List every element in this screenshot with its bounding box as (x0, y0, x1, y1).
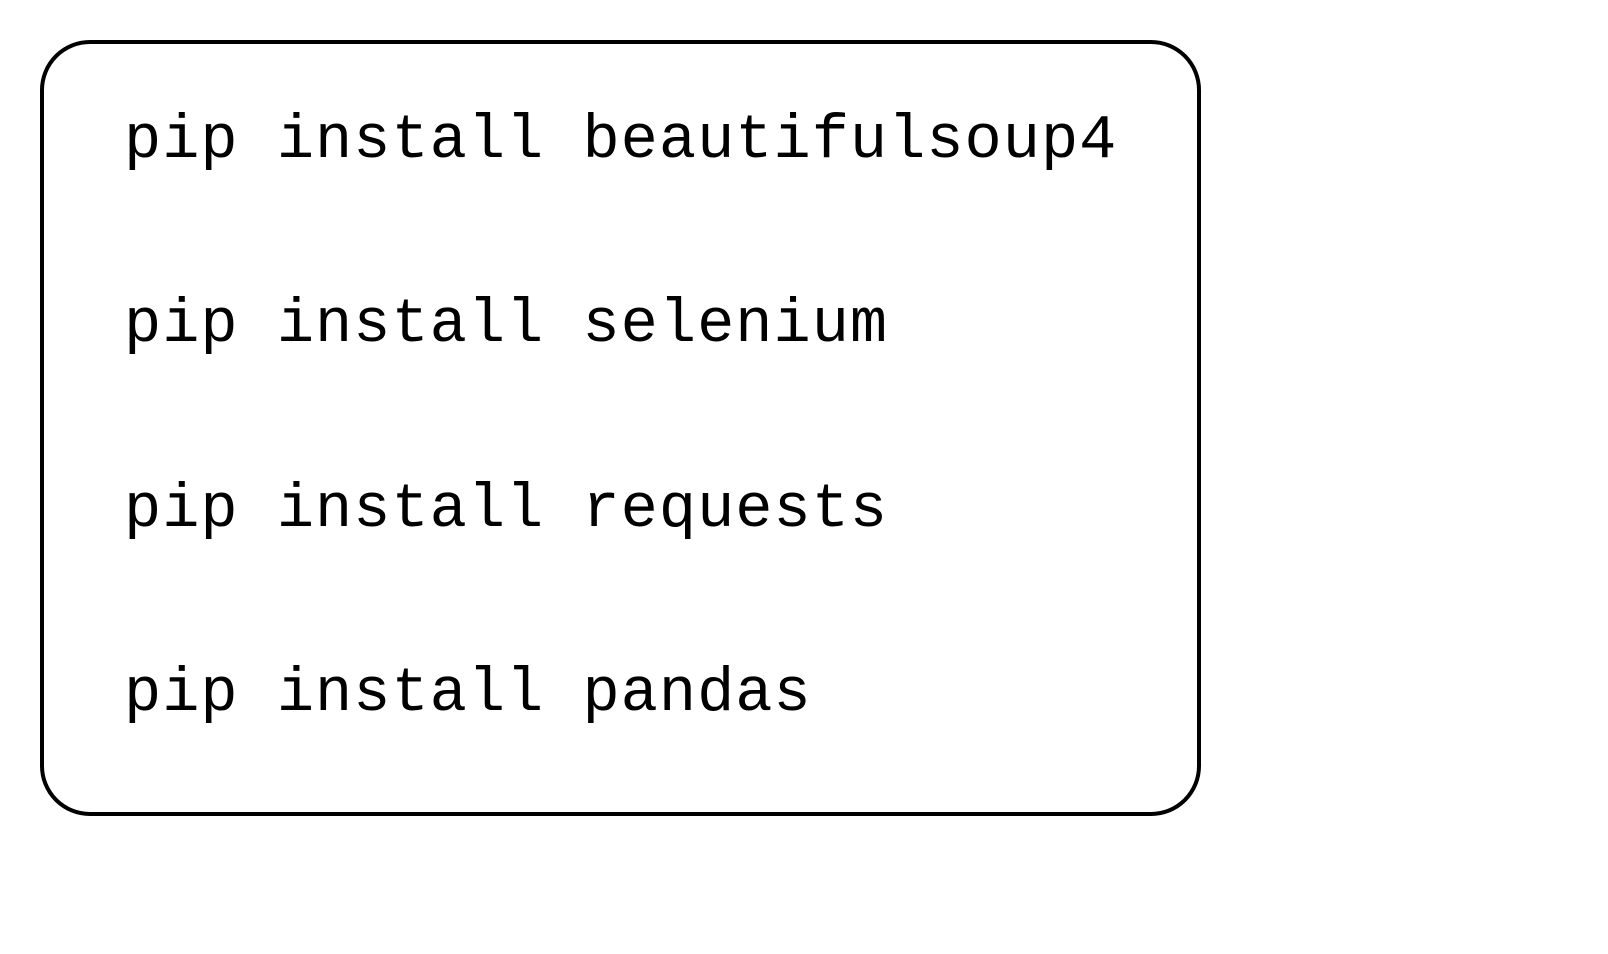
code-line: pip install beautifulsoup4 (124, 104, 1117, 178)
code-line: pip install selenium (124, 288, 1117, 362)
code-line: pip install requests (124, 473, 1117, 547)
code-line: pip install pandas (124, 657, 1117, 731)
code-block: pip install beautifulsoup4 pip install s… (40, 40, 1201, 816)
